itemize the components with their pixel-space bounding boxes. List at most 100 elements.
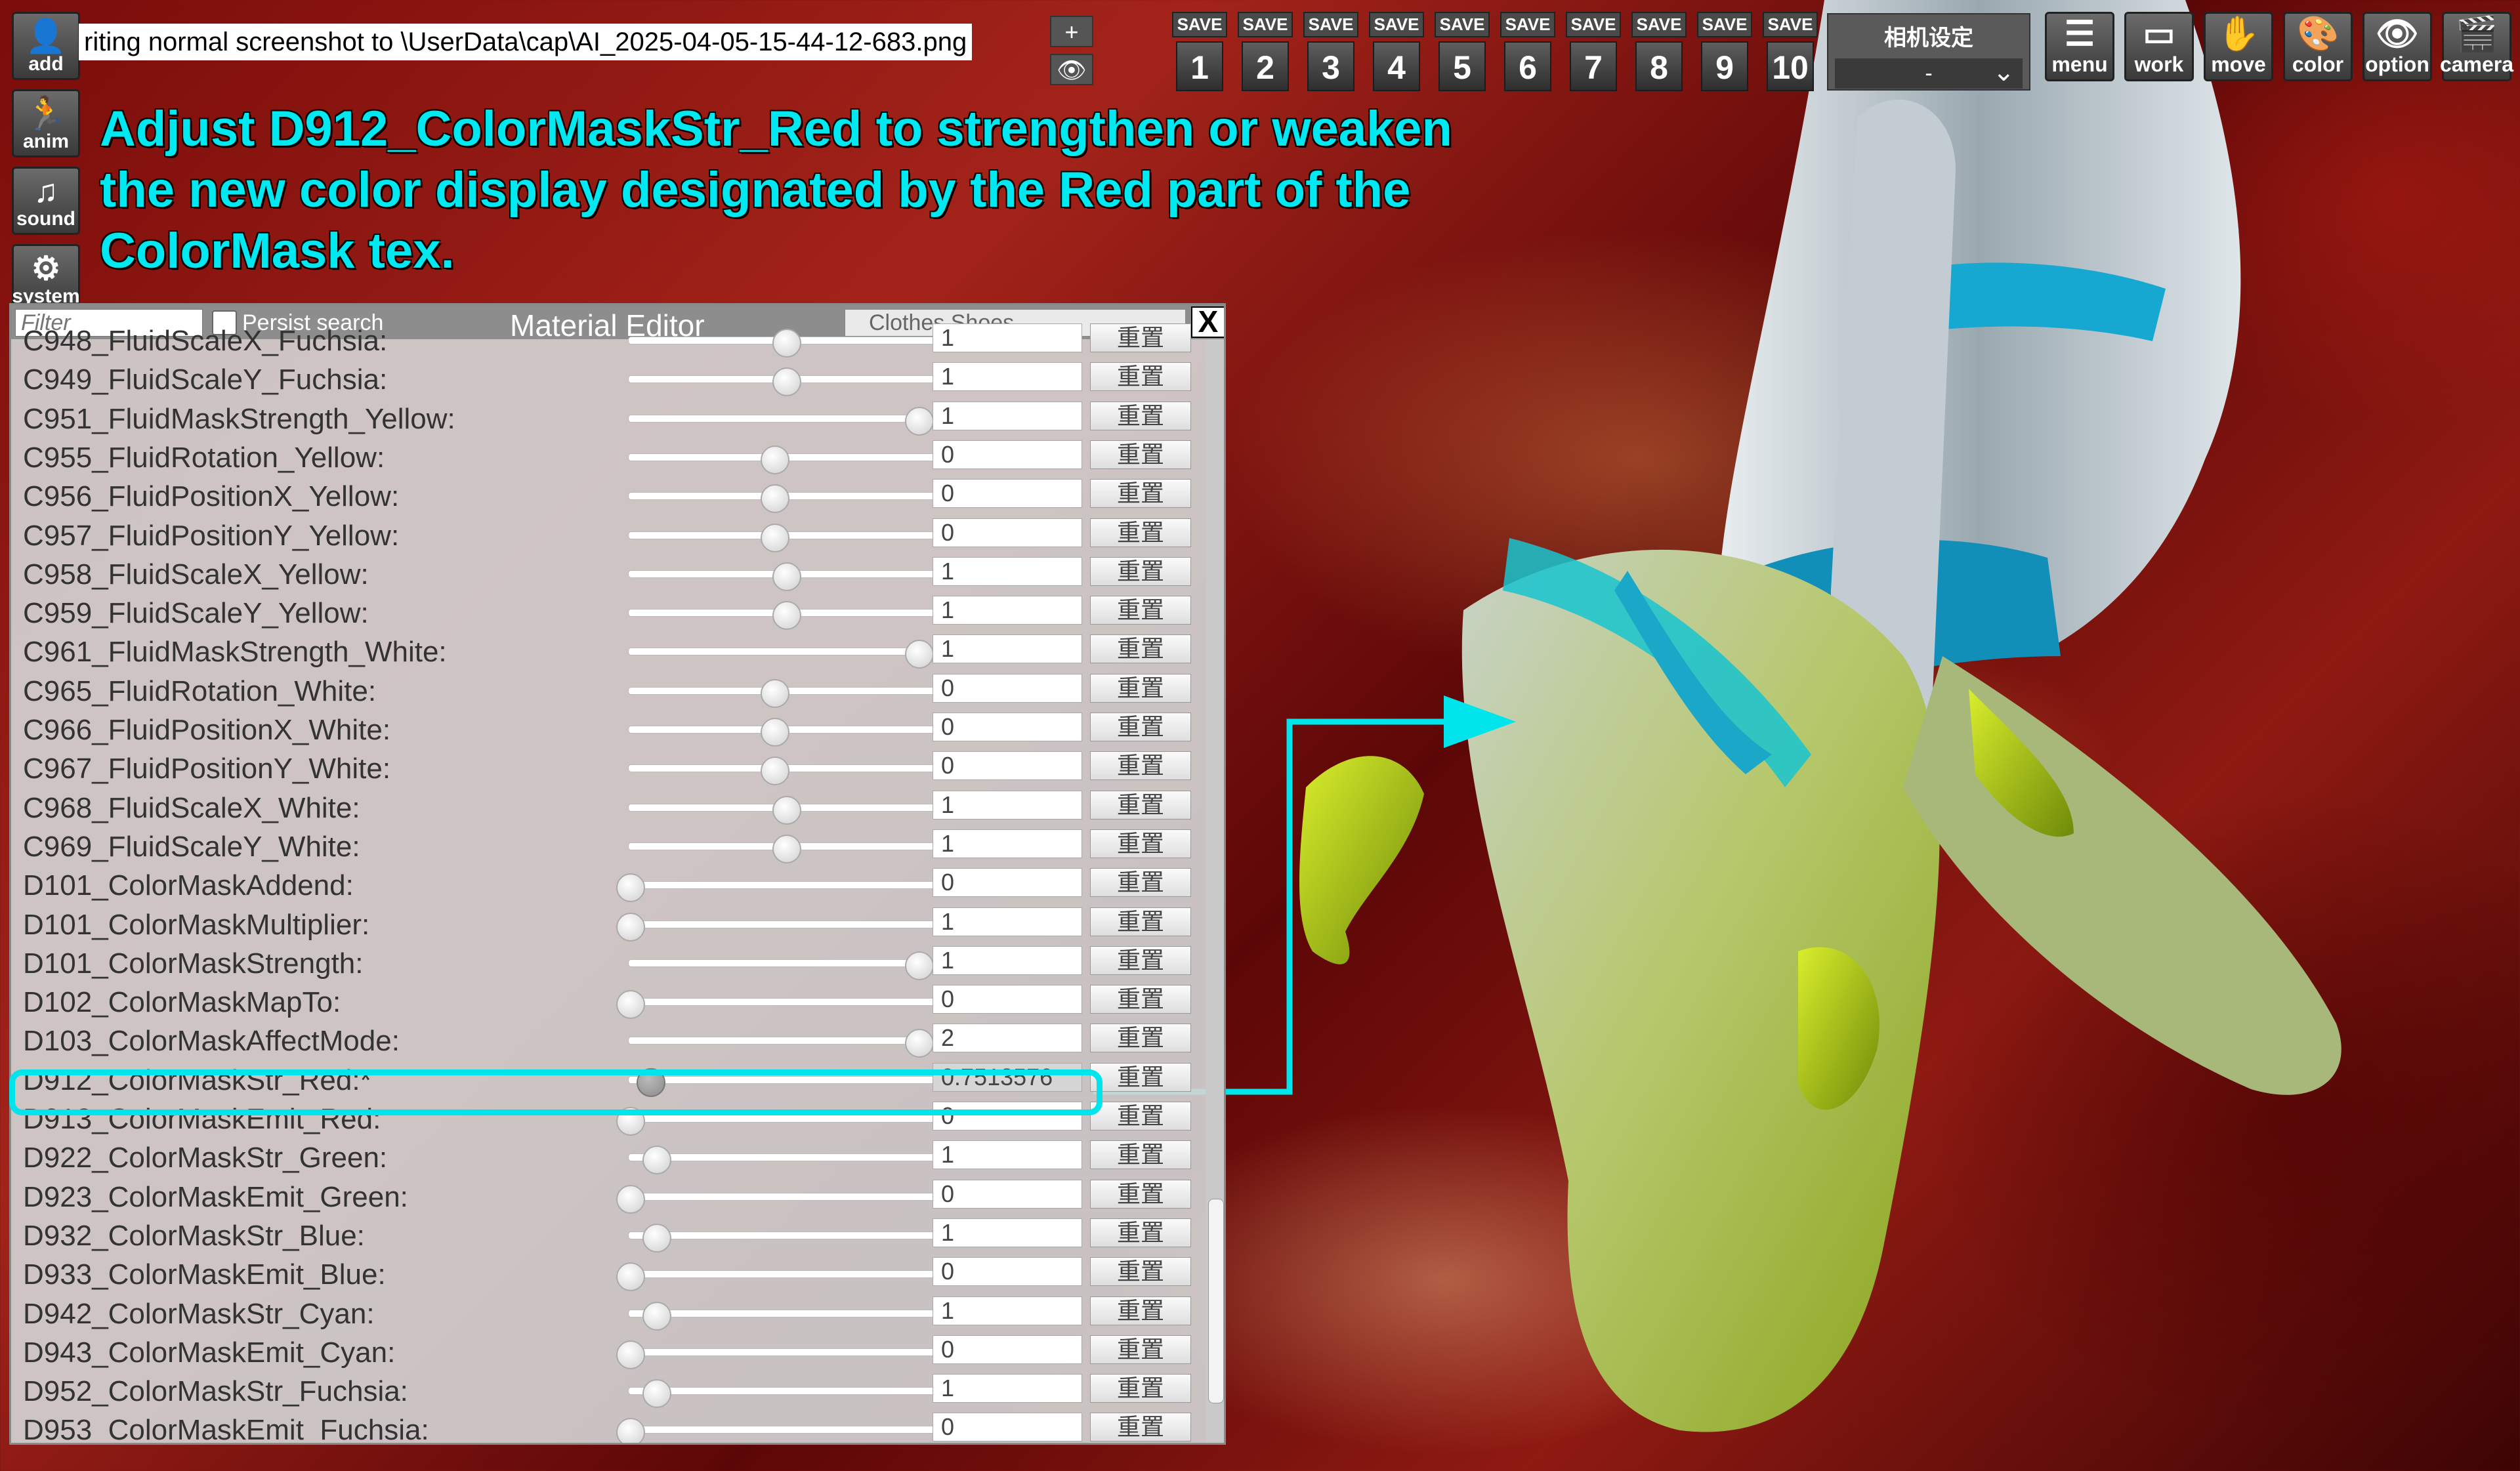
property-value-input[interactable]: 0 xyxy=(933,1257,1082,1287)
property-slider[interactable] xyxy=(628,648,938,656)
reset-button[interactable]: 重置 xyxy=(1090,945,1191,975)
property-slider[interactable] xyxy=(628,881,938,890)
property-value-input[interactable]: 1 xyxy=(933,945,1082,975)
option-button[interactable]: 👁 option xyxy=(2362,12,2432,81)
reset-button[interactable]: 重置 xyxy=(1090,713,1191,741)
add-button[interactable]: 👤 add xyxy=(12,12,80,80)
reset-button[interactable]: 重置 xyxy=(1090,596,1191,625)
anim-button[interactable]: 🏃 anim xyxy=(12,89,80,157)
slider-knob[interactable] xyxy=(642,1301,671,1331)
property-slider[interactable] xyxy=(628,959,938,967)
sound-button[interactable]: ♫ sound xyxy=(12,167,80,235)
slider-knob[interactable] xyxy=(642,1223,671,1253)
slider-knob[interactable] xyxy=(772,367,801,397)
reset-button[interactable]: 重置 xyxy=(1090,556,1191,586)
property-value-input[interactable]: 1 xyxy=(933,362,1082,392)
work-button[interactable]: ▭ work xyxy=(2124,12,2194,81)
save-slot-4[interactable]: SAVE 4 xyxy=(1364,12,1429,91)
property-value-input[interactable]: 1 xyxy=(933,556,1082,586)
property-value-input[interactable]: 1 xyxy=(933,1374,1082,1403)
reset-button[interactable]: 重置 xyxy=(1090,518,1191,547)
property-value-input[interactable]: 1 xyxy=(933,907,1082,936)
plus-button[interactable]: + xyxy=(1050,16,1093,47)
reset-button[interactable]: 重置 xyxy=(1090,323,1191,352)
save-slot-3[interactable]: SAVE 3 xyxy=(1298,12,1364,91)
reset-button[interactable]: 重置 xyxy=(1090,1062,1191,1092)
save-slot-7[interactable]: SAVE 7 xyxy=(1561,12,1626,91)
property-slider[interactable] xyxy=(628,1309,938,1317)
reset-button[interactable]: 重置 xyxy=(1090,1140,1191,1170)
property-value-input[interactable]: 2 xyxy=(933,1024,1082,1053)
reset-button[interactable]: 重置 xyxy=(1090,362,1191,392)
reset-button[interactable]: 重置 xyxy=(1090,1179,1191,1209)
property-value-input[interactable]: 0 xyxy=(933,868,1082,898)
property-value-input[interactable]: 1 xyxy=(933,790,1082,819)
property-value-input[interactable]: 0 xyxy=(933,1335,1082,1364)
camera-button[interactable]: 🎬 camera xyxy=(2440,12,2513,81)
property-slider[interactable] xyxy=(628,1387,938,1396)
property-value-input[interactable]: 1 xyxy=(933,1296,1082,1325)
property-value-input[interactable]: 1 xyxy=(933,401,1082,430)
reset-button[interactable]: 重置 xyxy=(1090,868,1191,898)
reset-button[interactable]: 重置 xyxy=(1090,751,1191,781)
property-value-input[interactable]: 0 xyxy=(933,1179,1082,1209)
reset-button[interactable]: 重置 xyxy=(1090,1374,1191,1403)
slider-knob[interactable] xyxy=(616,873,645,903)
move-button[interactable]: ✋ move xyxy=(2204,12,2273,81)
save-slot-6[interactable]: SAVE 6 xyxy=(1495,12,1561,91)
slider-knob[interactable] xyxy=(761,445,789,474)
slider-knob[interactable] xyxy=(616,912,645,942)
property-value-input[interactable]: 0 xyxy=(933,751,1082,781)
save-slot-8[interactable]: SAVE 8 xyxy=(1626,12,1692,91)
reset-button[interactable]: 重置 xyxy=(1090,1296,1191,1325)
save-slot-10[interactable]: SAVE 10 xyxy=(1757,12,1823,91)
slider-knob[interactable] xyxy=(905,951,934,980)
property-slider[interactable] xyxy=(628,1192,938,1201)
camera-settings-dropdown[interactable]: - ⌄ xyxy=(1835,58,2023,89)
property-value-input[interactable]: 0 xyxy=(933,713,1082,741)
reset-button[interactable]: 重置 xyxy=(1090,985,1191,1014)
slider-knob[interactable] xyxy=(761,718,789,747)
slider-knob[interactable] xyxy=(772,329,801,358)
color-button[interactable]: 🎨 color xyxy=(2283,12,2353,81)
property-slider[interactable] xyxy=(628,1348,938,1356)
property-slider[interactable] xyxy=(628,414,938,423)
reset-button[interactable]: 重置 xyxy=(1090,907,1191,936)
slider-knob[interactable] xyxy=(772,834,801,863)
property-value-input[interactable]: 0 xyxy=(933,479,1082,508)
property-value-input[interactable]: 0 xyxy=(933,440,1082,469)
reset-button[interactable]: 重置 xyxy=(1090,440,1191,469)
property-slider[interactable] xyxy=(628,1115,938,1123)
slider-knob[interactable] xyxy=(761,523,789,552)
property-slider[interactable] xyxy=(628,1153,938,1162)
reset-button[interactable]: 重置 xyxy=(1090,1102,1191,1130)
slider-knob[interactable] xyxy=(772,795,801,825)
reset-button[interactable]: 重置 xyxy=(1090,673,1191,703)
save-slot-2[interactable]: SAVE 2 xyxy=(1232,12,1298,91)
reset-button[interactable]: 重置 xyxy=(1090,479,1191,508)
slider-knob[interactable] xyxy=(642,1146,671,1175)
reset-button[interactable]: 重置 xyxy=(1090,1413,1191,1442)
property-slider[interactable] xyxy=(628,1270,938,1279)
reset-button[interactable]: 重置 xyxy=(1090,401,1191,430)
save-slot-9[interactable]: SAVE 9 xyxy=(1692,12,1757,91)
reset-button[interactable]: 重置 xyxy=(1090,1257,1191,1287)
save-slot-1[interactable]: SAVE 1 xyxy=(1167,12,1232,91)
reset-button[interactable]: 重置 xyxy=(1090,1335,1191,1364)
slider-knob[interactable] xyxy=(616,1184,645,1214)
property-value-input[interactable]: 0 xyxy=(933,985,1082,1014)
reset-button[interactable]: 重置 xyxy=(1090,1024,1191,1053)
system-button[interactable]: ⚙ system xyxy=(12,244,80,312)
property-slider[interactable] xyxy=(628,998,938,1006)
property-value-input[interactable]: 0 xyxy=(933,1413,1082,1442)
slider-knob[interactable] xyxy=(772,601,801,631)
menu-button[interactable]: ☰ menu xyxy=(2045,12,2114,81)
property-value-input[interactable]: 1 xyxy=(933,634,1082,664)
slider-knob[interactable] xyxy=(616,1340,645,1369)
editor-scrollbar[interactable] xyxy=(1206,339,1224,1443)
slider-knob[interactable] xyxy=(616,1418,645,1443)
property-slider[interactable] xyxy=(628,1426,938,1434)
property-slider[interactable] xyxy=(628,1231,938,1239)
slider-knob[interactable] xyxy=(616,990,645,1020)
slider-knob[interactable] xyxy=(761,484,789,514)
